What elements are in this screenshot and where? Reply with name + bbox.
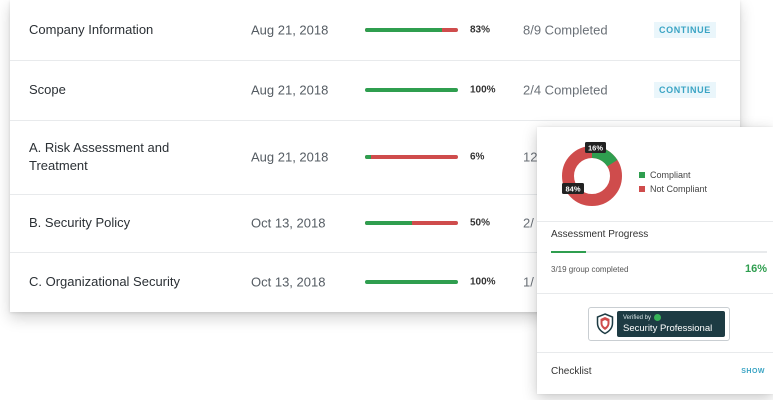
divider <box>537 352 773 353</box>
row-progress-fill <box>365 88 458 92</box>
legend-swatch <box>639 172 645 178</box>
row-name: B. Security Policy <box>29 215 131 230</box>
row-date: Oct 13, 2018 <box>251 215 326 231</box>
donut-legend: Compliant Not Compliant <box>639 168 707 196</box>
table-row[interactable]: Scope Aug 21, 2018 100% 2/4 Completed CO… <box>10 60 740 121</box>
assessment-progress-percent: 16% <box>744 263 767 275</box>
row-progress-fill <box>365 28 443 32</box>
badge-small-text: Verified by <box>623 314 662 321</box>
donut-compliant-label: 16% <box>588 143 603 152</box>
row-percent: 100% <box>470 276 496 288</box>
legend-label: Not Compliant <box>650 184 708 194</box>
row-progress-bar <box>365 88 458 92</box>
donut-not-compliant-label: 84% <box>565 184 580 193</box>
row-date: Oct 13, 2018 <box>251 274 326 290</box>
row-percent: 100% <box>470 84 496 96</box>
row-name: Scope <box>29 82 66 97</box>
row-date: Aug 21, 2018 <box>251 22 329 38</box>
row-name: A. Risk Assessment and Treatment <box>29 140 170 173</box>
shield-icon <box>596 313 614 335</box>
row-date: Aug 21, 2018 <box>251 82 329 98</box>
verified-by-text: Verified by <box>623 314 652 321</box>
row-completed: 2/ <box>523 215 534 231</box>
check-circle-icon <box>654 314 662 321</box>
row-progress-bar <box>365 280 458 284</box>
assessment-summary-panel: 16% 84% Compliant Not Compliant Assessme… <box>537 127 773 394</box>
row-completed: 12 <box>523 149 538 165</box>
assessment-progress-title: Assessment Progress <box>551 229 649 240</box>
row-percent: 50% <box>470 217 491 229</box>
verified-badge[interactable]: Verified by Security Professional <box>588 307 730 341</box>
row-percent: 6% <box>470 151 485 163</box>
divider <box>537 293 773 294</box>
continue-button[interactable]: CONTINUE <box>654 22 716 38</box>
row-progress-fill <box>365 221 412 225</box>
divider <box>537 221 773 222</box>
row-progress-bar <box>365 28 458 32</box>
legend-not-compliant: Not Compliant <box>639 182 707 196</box>
row-progress-bar <box>365 221 458 225</box>
row-percent: 83% <box>470 24 491 36</box>
row-name: Company Information <box>29 22 154 37</box>
checklist-label: Checklist <box>551 366 592 377</box>
assessment-progress-bar <box>551 251 767 253</box>
row-date: Aug 21, 2018 <box>251 149 329 165</box>
legend-label: Compliant <box>650 170 691 180</box>
legend-swatch <box>639 186 645 192</box>
group-completed-text: 3/19 group completed <box>551 265 629 274</box>
row-progress-bar <box>365 155 458 159</box>
badge-label-area: Verified by Security Professional <box>617 311 725 337</box>
row-name: C. Organizational Security <box>29 274 181 289</box>
row-completed: 8/9 Completed <box>523 22 608 38</box>
row-progress-fill <box>365 280 458 284</box>
continue-button[interactable]: CONTINUE <box>654 82 716 98</box>
legend-compliant: Compliant <box>639 168 707 182</box>
row-completed: 2/4 Completed <box>523 82 608 98</box>
row-completed: 1/ <box>523 274 534 290</box>
assessment-progress-fill <box>551 251 586 253</box>
row-progress-fill <box>365 155 371 159</box>
badge-title: Security Professional <box>623 323 713 334</box>
checklist-show-button[interactable]: SHOW <box>741 368 765 375</box>
table-row[interactable]: Company Information Aug 21, 2018 83% 8/9… <box>10 0 740 61</box>
